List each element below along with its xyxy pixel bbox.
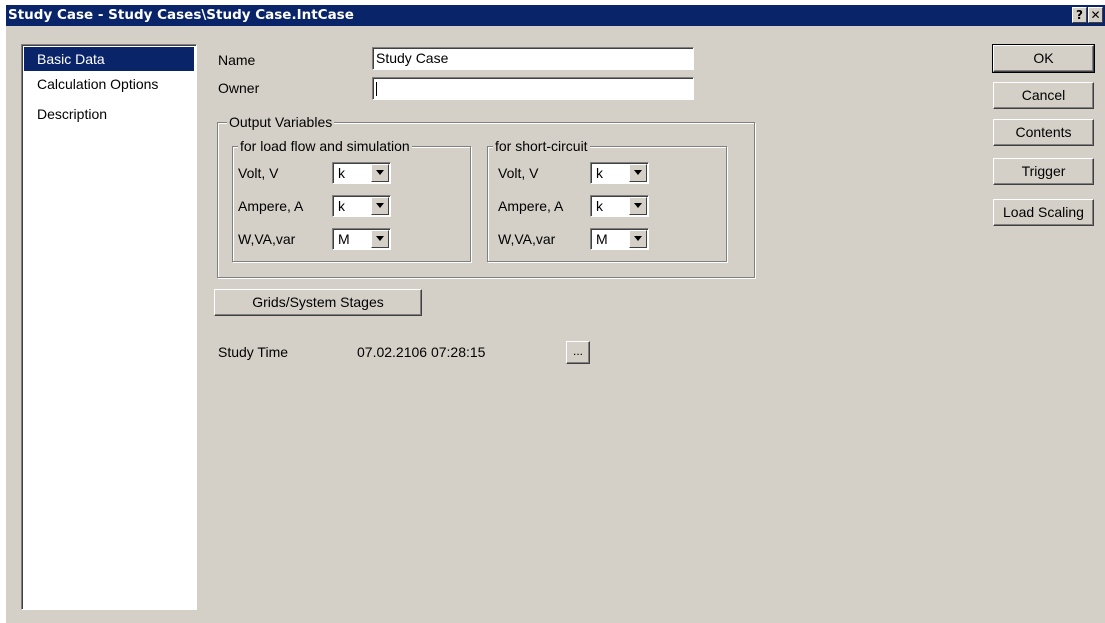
ok-button[interactable]: OK: [992, 44, 1095, 73]
study-time-value: 07.02.2106 07:28:15: [357, 344, 486, 360]
ellipsis-icon: ...: [572, 344, 583, 358]
name-value: Study Case: [376, 50, 449, 66]
short-circuit-title: for short-circuit: [493, 138, 590, 154]
sc-ampere-select[interactable]: k: [590, 195, 649, 217]
chevron-down-icon[interactable]: [629, 164, 647, 182]
sidebar-item-basic-data[interactable]: Basic Data: [24, 47, 194, 71]
study-case-dialog: Study Case - Study Cases\Study Case.IntC…: [6, 5, 1105, 623]
sidebar-item-description[interactable]: Description: [24, 102, 194, 126]
lf-power-select[interactable]: M: [332, 228, 391, 250]
owner-field[interactable]: [372, 77, 694, 100]
title-bar: Study Case - Study Cases\Study Case.IntC…: [6, 5, 1105, 26]
trigger-label: Trigger: [1021, 163, 1066, 179]
sidebar-item-label: Description: [37, 106, 108, 122]
lf-volt-label: Volt, V: [238, 165, 279, 181]
sidebar-item-label: Calculation Options: [37, 76, 159, 92]
cancel-button[interactable]: Cancel: [993, 82, 1094, 109]
chevron-down-icon[interactable]: [371, 197, 389, 215]
study-time-picker-button[interactable]: ...: [566, 341, 590, 364]
lf-power-label: W,VA,var: [238, 231, 296, 247]
lf-ampere-select[interactable]: k: [332, 195, 391, 217]
grids-button-label: Grids/System Stages: [252, 294, 384, 310]
ok-label: OK: [1033, 50, 1054, 66]
name-field[interactable]: Study Case: [372, 47, 694, 70]
sc-volt-label: Volt, V: [498, 165, 539, 181]
cancel-label: Cancel: [1021, 87, 1066, 103]
chevron-down-icon[interactable]: [629, 197, 647, 215]
close-icon: ✕: [1090, 8, 1101, 22]
page-list: Basic Data Calculation Options Descripti…: [21, 44, 197, 610]
close-button[interactable]: ✕: [1088, 7, 1103, 23]
help-button[interactable]: ?: [1072, 7, 1087, 23]
trigger-button[interactable]: Trigger: [993, 158, 1094, 185]
sc-ampere-label: Ampere, A: [498, 198, 564, 214]
contents-button[interactable]: Contents: [993, 119, 1094, 146]
sc-volt-value: k: [596, 165, 603, 181]
sidebar-item-label: Basic Data: [37, 51, 105, 67]
sc-ampere-value: k: [596, 198, 603, 214]
load-scaling-label: Load Scaling: [1003, 204, 1084, 220]
contents-label: Contents: [1015, 124, 1072, 140]
load-flow-title: for load flow and simulation: [238, 138, 412, 154]
help-icon: ?: [1076, 8, 1083, 22]
lf-ampere-value: k: [338, 198, 345, 214]
text-caret: [376, 82, 377, 97]
chevron-down-icon[interactable]: [371, 164, 389, 182]
lf-ampere-label: Ampere, A: [238, 198, 304, 214]
sidebar-item-calculation-options[interactable]: Calculation Options: [24, 72, 194, 96]
sc-volt-select[interactable]: k: [590, 162, 649, 184]
lf-volt-select[interactable]: k: [332, 162, 391, 184]
lf-power-value: M: [338, 231, 350, 247]
lf-volt-value: k: [338, 165, 345, 181]
sc-power-select[interactable]: M: [590, 228, 649, 250]
window-title: Study Case - Study Cases\Study Case.IntC…: [8, 7, 354, 23]
sc-power-value: M: [596, 231, 608, 247]
sc-power-label: W,VA,var: [498, 231, 556, 247]
owner-label: Owner: [218, 80, 260, 96]
chevron-down-icon[interactable]: [371, 230, 389, 248]
grids-system-stages-button[interactable]: Grids/System Stages: [214, 289, 422, 316]
name-label: Name: [218, 52, 256, 68]
study-time-label: Study Time: [218, 344, 289, 360]
output-variables-title: Output Variables: [227, 114, 335, 130]
chevron-down-icon[interactable]: [629, 230, 647, 248]
load-scaling-button[interactable]: Load Scaling: [993, 199, 1094, 226]
